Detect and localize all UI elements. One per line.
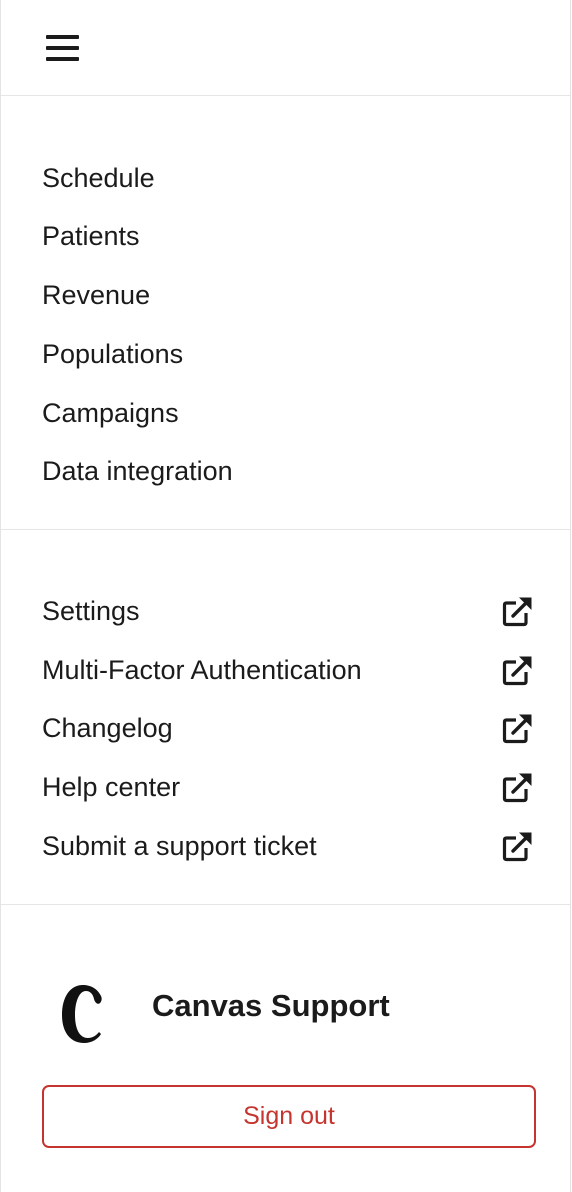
navigation-drawer: Schedule Patients Revenue Populations Ca…: [0, 0, 571, 1192]
nav-item-schedule[interactable]: Schedule: [42, 158, 534, 198]
nav-item-label: Revenue: [42, 280, 151, 310]
nav-item-changelog[interactable]: Changelog: [42, 708, 534, 748]
external-link-icon: [502, 773, 532, 803]
nav-item-label: Patients: [42, 221, 140, 251]
sign-out-button[interactable]: Sign out: [42, 1085, 536, 1148]
external-link-icon: [502, 656, 532, 686]
nav-item-label: Submit a support ticket: [42, 831, 317, 861]
nav-item-campaigns[interactable]: Campaigns: [42, 393, 534, 433]
external-link-icon: [502, 832, 532, 862]
nav-item-multi-factor-authentication[interactable]: Multi-Factor Authentication: [42, 650, 534, 690]
nav-item-data-integration[interactable]: Data integration: [42, 451, 534, 491]
nav-item-help-center[interactable]: Help center: [42, 767, 534, 807]
nav-item-label: Help center: [42, 772, 181, 802]
user-name: Canvas Support: [152, 988, 390, 1023]
nav-item-label: Settings: [42, 596, 140, 626]
nav-item-label: Multi-Factor Authentication: [42, 655, 362, 685]
nav-item-label: Changelog: [42, 713, 173, 743]
account-footer: Canvas Support Sign out: [1, 906, 570, 1192]
nav-item-revenue[interactable]: Revenue: [42, 275, 534, 315]
top-bar: [1, 0, 570, 96]
external-link-icon: [502, 714, 532, 744]
nav-item-populations[interactable]: Populations: [42, 334, 534, 374]
nav-item-label: Schedule: [42, 163, 155, 193]
nav-item-label: Data integration: [42, 456, 233, 486]
nav-item-label: Populations: [42, 339, 184, 369]
main-navigation: Schedule Patients Revenue Populations Ca…: [1, 96, 570, 530]
nav-item-submit-support-ticket[interactable]: Submit a support ticket: [42, 826, 534, 866]
nav-item-label: Campaigns: [42, 398, 179, 428]
nav-item-settings[interactable]: Settings: [42, 591, 534, 631]
hamburger-menu-icon[interactable]: [46, 34, 79, 62]
nav-item-patients[interactable]: Patients: [42, 216, 534, 256]
external-link-icon: [502, 597, 532, 627]
canvas-logo-icon: [62, 985, 102, 1043]
external-navigation: Settings Multi-Factor Authentication Cha…: [1, 530, 570, 905]
